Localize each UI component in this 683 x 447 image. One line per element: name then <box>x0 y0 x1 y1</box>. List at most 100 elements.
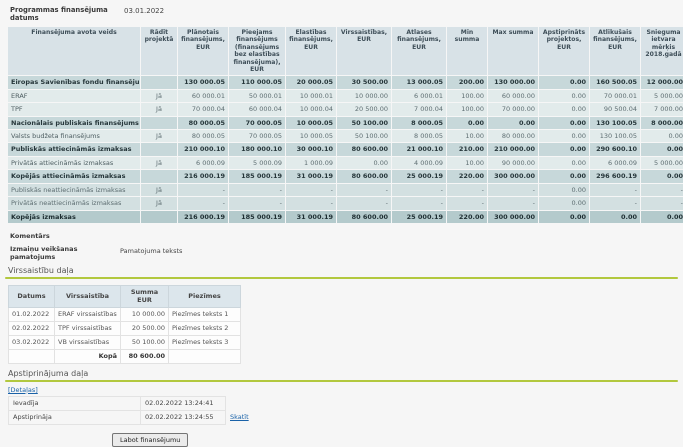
amount-cell: - <box>641 197 683 209</box>
amount-cell: 30 500.00 <box>337 76 391 88</box>
amount-cell: 21 000.10 <box>392 143 446 155</box>
amount-cell: 0.00 <box>539 130 589 142</box>
amount-cell: 0.00 <box>539 143 589 155</box>
amount-cell: 80 600.00 <box>337 143 391 155</box>
page-header: Programmas finansējuma datums 03.01.2022 <box>0 0 683 22</box>
notes-cell: Piezīmes teksts 3 <box>169 335 241 349</box>
details-link[interactable]: [Detaļas] <box>8 386 38 394</box>
amount-cell: 60 000.01 <box>178 90 228 102</box>
amount-cell: 0.00 <box>539 197 589 209</box>
show-in-project-cell <box>141 170 177 182</box>
finance-column-header: Elastības finansējums, EUR <box>286 27 336 75</box>
amount-cell: - <box>229 184 285 196</box>
amount-cell: 160 500.05 <box>590 76 640 88</box>
funding-source-label: Kopējās izmaksas <box>8 211 140 223</box>
amount-cell: 6 000.09 <box>178 157 228 169</box>
finance-table-row: Privātās neattiecināmās izmaksasJā------… <box>8 197 683 209</box>
amount-cell: 20 500.00 <box>337 103 391 115</box>
finance-table-row: Eiropas Savienības fondu finansējums130 … <box>8 76 683 88</box>
date-cell: 01.02.2022 <box>9 307 55 321</box>
funding-source-label: Publiskās neattiecināmās izmaksas <box>8 184 140 196</box>
amount-cell: 0.00 <box>641 143 683 155</box>
amount-cell: 8 000.00 <box>641 117 683 129</box>
amount-cell: 70 000.05 <box>229 130 285 142</box>
overcommitment-column-header: Summa EUR <box>121 285 169 307</box>
amount-cell: 216 000.19 <box>178 211 228 223</box>
amount-cell: - <box>392 197 446 209</box>
finance-column-header: Snieguma ietvara mērķis 2018.gadā <box>641 27 683 75</box>
overcommitment-column-header: Datums <box>9 285 55 307</box>
date-cell: 03.02.2022 <box>9 335 55 349</box>
amount-cell: - <box>488 197 538 209</box>
show-in-project-cell: Jā <box>141 184 177 196</box>
amount-cell: 60 000.00 <box>488 90 538 102</box>
amount-cell: 10 000.01 <box>286 90 336 102</box>
amount-cell: 10.00 <box>447 157 487 169</box>
amount-cell: 25 000.19 <box>392 170 446 182</box>
program-date-label: Programmas finansējuma datums <box>10 6 116 22</box>
sum-cell: 10 000.00 <box>121 307 169 321</box>
amount-cell: 70 000.04 <box>178 103 228 115</box>
funding-source-label: ERAF <box>8 90 140 102</box>
amount-cell: 70 000.01 <box>590 90 640 102</box>
edit-financing-button[interactable]: Labot finansējumu <box>112 433 188 447</box>
amount-cell: 80 000.05 <box>178 117 228 129</box>
amount-cell: 0.00 <box>539 117 589 129</box>
amount-cell: 216 000.19 <box>178 170 228 182</box>
show-in-project-cell <box>141 117 177 129</box>
amount-cell: 300 000.00 <box>488 170 538 182</box>
view-link[interactable]: Skatīt <box>230 413 249 421</box>
amount-cell: - <box>178 197 228 209</box>
amount-cell: 5 000.00 <box>641 90 683 102</box>
funding-source-label: Kopējās attiecināmās izmaksas <box>8 170 140 182</box>
amount-cell: 0.00 <box>641 211 683 223</box>
amount-cell: 210 000.10 <box>178 143 228 155</box>
finance-table-row: Publiskās neattiecināmās izmaksasJā-----… <box>8 184 683 196</box>
amount-cell: 0.00 <box>488 117 538 129</box>
amount-cell: 0.00 <box>539 157 589 169</box>
amount-cell: 220.00 <box>447 170 487 182</box>
amount-cell: - <box>488 184 538 196</box>
amount-cell: 50 100.00 <box>337 117 391 129</box>
amount-cell: 7 000.00 <box>641 103 683 115</box>
total-value-cell: 80 600.00 <box>121 349 169 363</box>
amount-cell: - <box>447 197 487 209</box>
amount-cell: 0.00 <box>539 76 589 88</box>
amount-cell: 185 000.19 <box>229 170 285 182</box>
finance-column-header: Rādīt projektā <box>141 27 177 75</box>
amount-cell: 12 000.00 <box>641 76 683 88</box>
amount-cell: 80 600.00 <box>337 211 391 223</box>
overcommitment-type-cell: ERAF virssaistības <box>55 307 121 321</box>
show-in-project-cell: Jā <box>141 157 177 169</box>
finance-column-header: Virssaistības, EUR <box>337 27 391 75</box>
amount-cell: 10 000.05 <box>286 117 336 129</box>
amount-cell: 210.00 <box>447 143 487 155</box>
approved-label: Apstiprināja <box>9 410 141 424</box>
entered-timestamp: 02.02.2022 13:24:41 <box>141 396 226 410</box>
amount-cell: 10.00 <box>447 130 487 142</box>
amount-cell: 6 000.09 <box>590 157 640 169</box>
show-in-project-cell <box>141 143 177 155</box>
finance-table-row: TPFJā70 000.0460 000.0410 000.0420 500.0… <box>8 103 683 115</box>
finance-column-header: Atlikušais finansējums, EUR <box>590 27 640 75</box>
amount-cell: 100.00 <box>447 90 487 102</box>
amount-cell: 0.00 <box>447 117 487 129</box>
amount-cell: 180 000.10 <box>229 143 285 155</box>
program-date-value: 03.01.2022 <box>124 7 164 15</box>
amount-cell: 70 000.00 <box>488 103 538 115</box>
amount-cell: 0.00 <box>539 211 589 223</box>
amount-cell: - <box>590 184 640 196</box>
amount-cell: - <box>337 197 391 209</box>
overcommitment-row: 03.02.2022VB virssaistības50 100.00Piezī… <box>9 335 241 349</box>
button-row: Labot finansējumu <box>112 433 683 447</box>
show-in-project-cell: Jā <box>141 130 177 142</box>
comment-label: Komentārs <box>10 232 683 240</box>
date-cell: 02.02.2022 <box>9 321 55 335</box>
amount-cell: 0.00 <box>539 103 589 115</box>
justification-label: Izmaiņu veikšanas pamatojums <box>10 245 120 261</box>
amount-cell: 110 000.05 <box>229 76 285 88</box>
finance-table-row: Privātās attiecināmās izmaksasJā6 000.09… <box>8 157 683 169</box>
finance-table-row: Valsts budžeta finansējumsJā80 000.0570 … <box>8 130 683 142</box>
amount-cell: 25 000.19 <box>392 211 446 223</box>
amount-cell: - <box>286 184 336 196</box>
